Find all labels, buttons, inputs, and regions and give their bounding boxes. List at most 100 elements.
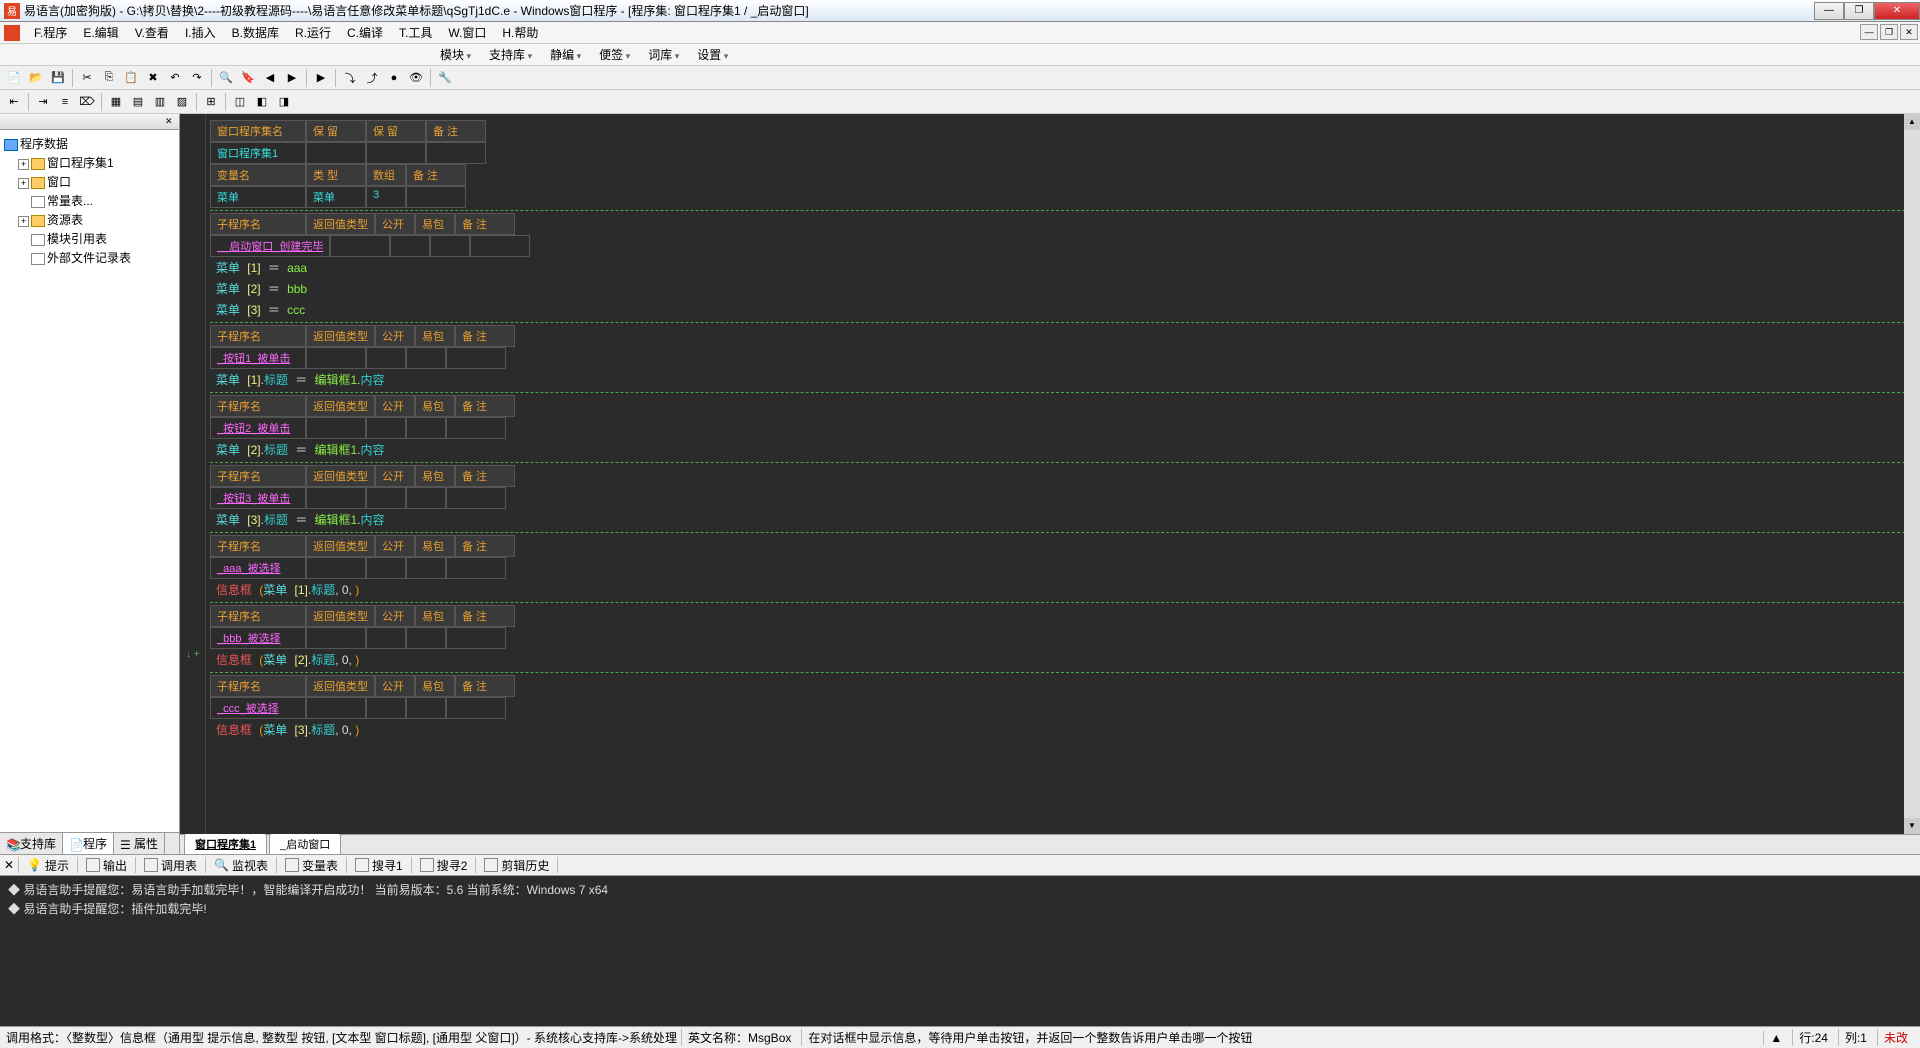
code-line[interactable]: 信息框 (菜单 [3].标题, 0, )	[210, 719, 1920, 740]
config-settings[interactable]: 设置	[697, 46, 728, 63]
sub-name-7[interactable]: _ccc_被选择	[210, 697, 306, 719]
var-name[interactable]: 菜单	[210, 186, 306, 208]
menu-tools[interactable]: T.工具	[391, 22, 440, 43]
watch-icon[interactable]: 👁	[406, 68, 426, 88]
breakpoint-icon[interactable]: ●	[384, 68, 404, 88]
mdi-minimize-button[interactable]: —	[1860, 24, 1878, 40]
btab-calltable[interactable]: 调用表	[140, 855, 201, 876]
code-line[interactable]: 菜单 [2] ＝ bbb	[210, 278, 1920, 299]
menu-help[interactable]: H.帮助	[494, 22, 546, 43]
var-type[interactable]: 菜单	[306, 186, 366, 208]
btab-vartable[interactable]: 变量表	[281, 855, 342, 876]
tree-root[interactable]: 程序数据	[4, 134, 175, 153]
code-line[interactable]: 信息框 (菜单 [1].标题, 0, )	[210, 579, 1920, 600]
code-line[interactable]: 菜单 [1] ＝ aaa	[210, 257, 1920, 278]
comment-icon[interactable]: ≡	[55, 92, 75, 112]
editor-tab-window[interactable]: _启动窗口	[269, 833, 341, 854]
tree-item[interactable]: 常量表...	[4, 191, 175, 210]
save-icon[interactable]: 💾	[48, 68, 68, 88]
copy-icon[interactable]: ⎘	[99, 68, 119, 88]
menu-edit[interactable]: E.编辑	[75, 22, 126, 43]
sidetab-support[interactable]: 📚支持库	[0, 833, 63, 854]
next-bookmark-icon[interactable]: ▶	[282, 68, 302, 88]
step-over-icon[interactable]: ⤵	[340, 68, 360, 88]
sub-name-4[interactable]: _按钮3_被单击	[210, 487, 306, 509]
vertical-scrollbar[interactable]	[1904, 114, 1920, 834]
btab-output[interactable]: 输出	[82, 855, 131, 876]
sub-name-3[interactable]: _按钮2_被单击	[210, 417, 306, 439]
format4-icon[interactable]: ▨	[172, 92, 192, 112]
tree-item[interactable]: 模块引用表	[4, 229, 175, 248]
btab-hint[interactable]: 💡提示	[23, 855, 73, 876]
btab-cliphist[interactable]: 剪辑历史	[480, 855, 553, 876]
sub-name-1[interactable]: __启动窗口_创建完毕	[210, 235, 330, 257]
new-icon[interactable]: 📄	[4, 68, 24, 88]
editor-tab-assembly[interactable]: 窗口程序集1	[184, 833, 267, 854]
tree-item[interactable]: +资源表	[4, 210, 175, 229]
project-tree[interactable]: 程序数据 +窗口程序集1 +窗口 常量表... +资源表 模块引用表 外部文件记…	[0, 130, 179, 832]
config-support[interactable]: 支持库	[489, 46, 532, 63]
menu-database[interactable]: B.数据库	[224, 22, 287, 43]
format2-icon[interactable]: ▤	[128, 92, 148, 112]
uncomment-icon[interactable]: ⌦	[77, 92, 97, 112]
tool-icon[interactable]: 🔧	[435, 68, 455, 88]
sub-name-5[interactable]: _aaa_被选择	[210, 557, 306, 579]
var-array[interactable]: 3	[366, 186, 406, 208]
format3-icon[interactable]: ▥	[150, 92, 170, 112]
menu-compile[interactable]: C.编译	[339, 22, 391, 43]
grid-icon[interactable]: ⊞	[201, 92, 221, 112]
sidetab-props[interactable]: ☰属性	[114, 833, 165, 854]
step-into-icon[interactable]: ⤴	[362, 68, 382, 88]
menu-run[interactable]: R.运行	[287, 22, 339, 43]
config-static[interactable]: 静编	[550, 46, 581, 63]
indent-icon[interactable]: ⇥	[33, 92, 53, 112]
bookmark-icon[interactable]: 🔖	[238, 68, 258, 88]
paste-icon[interactable]: 📋	[121, 68, 141, 88]
open-icon[interactable]: 📂	[26, 68, 46, 88]
menu-view[interactable]: V.查看	[127, 22, 177, 43]
output-console[interactable]: ◆ 易语言助手提醒您：易语言助手加载完毕！，智能编译开启成功！ 当前易版本：5.…	[0, 876, 1920, 1026]
btab-find1[interactable]: 搜寻1	[351, 855, 407, 876]
menu-program[interactable]: F.程序	[26, 22, 75, 43]
mdi-close-button[interactable]: ✕	[1900, 24, 1918, 40]
redo-icon[interactable]: ↷	[187, 68, 207, 88]
assembly-name[interactable]: 窗口程序集1	[210, 142, 306, 164]
tree-item[interactable]: +窗口程序集1	[4, 153, 175, 172]
sidebar-close-icon[interactable]: ✕	[165, 116, 177, 128]
code-line[interactable]: 菜单 [3] ＝ ccc	[210, 299, 1920, 320]
align3-icon[interactable]: ◨	[274, 92, 294, 112]
col-type: 类 型	[306, 164, 366, 186]
run-icon[interactable]: ▶	[311, 68, 331, 88]
btab-watch[interactable]: 🔍监视表	[210, 855, 272, 876]
undo-icon[interactable]: ↶	[165, 68, 185, 88]
prev-bookmark-icon[interactable]: ◀	[260, 68, 280, 88]
config-module[interactable]: 模块	[440, 46, 471, 63]
tree-item[interactable]: +窗口	[4, 172, 175, 191]
code-editor[interactable]: 窗口程序集名 保 留 保 留 备 注 窗口程序集1 变量名 类 型 数组 备 注	[180, 114, 1920, 834]
menu-insert[interactable]: I.插入	[177, 22, 224, 43]
sidetab-program[interactable]: 📄程序	[63, 833, 114, 854]
find-icon[interactable]: 🔍	[216, 68, 236, 88]
delete-icon[interactable]: ✖	[143, 68, 163, 88]
sub-name-6[interactable]: _bbb_被选择	[210, 627, 306, 649]
cut-icon[interactable]: ✂	[77, 68, 97, 88]
sub-name-2[interactable]: _按钮1_被单击	[210, 347, 306, 369]
btab-find2[interactable]: 搜寻2	[416, 855, 472, 876]
minimize-button[interactable]: —	[1814, 2, 1844, 20]
code-line[interactable]: 菜单 [2].标题 ＝ 编辑框1.内容	[210, 439, 1920, 460]
config-dict[interactable]: 词库	[648, 46, 679, 63]
config-bookmark[interactable]: 便签	[599, 46, 630, 63]
close-bottom-icon[interactable]: ✕	[4, 858, 14, 872]
format-icon[interactable]: ▦	[106, 92, 126, 112]
code-line[interactable]: 菜单 [1].标题 ＝ 编辑框1.内容	[210, 369, 1920, 390]
outdent-icon[interactable]: ⇤	[4, 92, 24, 112]
mdi-restore-button[interactable]: ❐	[1880, 24, 1898, 40]
code-line[interactable]: 菜单 [3].标题 ＝ 编辑框1.内容	[210, 509, 1920, 530]
close-button[interactable]: ✕	[1874, 2, 1920, 20]
maximize-button[interactable]: ❐	[1844, 2, 1874, 20]
align2-icon[interactable]: ◧	[252, 92, 272, 112]
code-line[interactable]: 信息框 (菜单 [2].标题, 0, )	[210, 649, 1920, 670]
menu-window[interactable]: W.窗口	[440, 22, 494, 43]
tree-item[interactable]: 外部文件记录表	[4, 248, 175, 267]
align1-icon[interactable]: ◫	[230, 92, 250, 112]
